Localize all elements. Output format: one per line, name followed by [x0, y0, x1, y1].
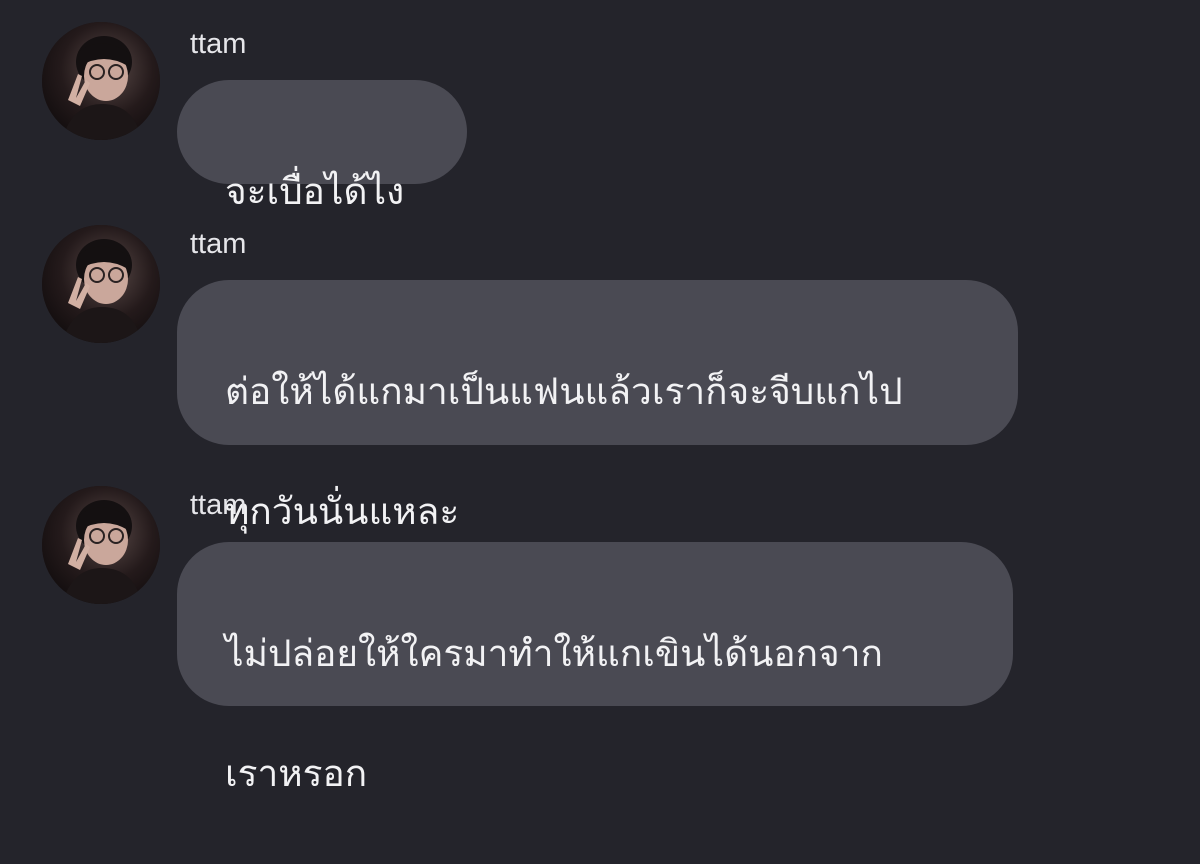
avatar[interactable]: [42, 486, 160, 604]
message-text-line: เราหรอก: [225, 752, 368, 795]
sender-name: ttam: [190, 228, 247, 260]
avatar[interactable]: [42, 225, 160, 343]
chat-thread: ttam จะเบื่อได้ไง ttam ต่อให้ได้แกมาเป็น…: [0, 0, 1200, 795]
message-text-line: ทุกวันนั่นแหละ: [225, 490, 460, 533]
sender-name: ttam: [190, 28, 247, 60]
avatar[interactable]: [42, 22, 160, 140]
message-text-line: ไม่ปล่อยให้ใครมาทำให้แกเขินได้นอกจาก: [225, 632, 883, 675]
message-bubble[interactable]: ต่อให้ได้แกมาเป็นแฟนแล้วเราก็จะจีบแกไป ท…: [177, 280, 1018, 533]
message-bubble[interactable]: จะเบื่อได้ไง: [177, 80, 467, 213]
avatar-photo-icon: [42, 225, 160, 343]
message-text-line: ต่อให้ได้แกมาเป็นแฟนแล้วเราก็จะจีบแกไป: [225, 370, 903, 413]
message-bubble[interactable]: ไม่ปล่อยให้ใครมาทำให้แกเขินได้นอกจาก เรา…: [177, 542, 1013, 795]
sender-name: ttam: [190, 489, 247, 521]
avatar-photo-icon: [42, 22, 160, 140]
message-text: จะเบื่อได้ไง: [225, 170, 405, 213]
avatar-photo-icon: [42, 486, 160, 604]
